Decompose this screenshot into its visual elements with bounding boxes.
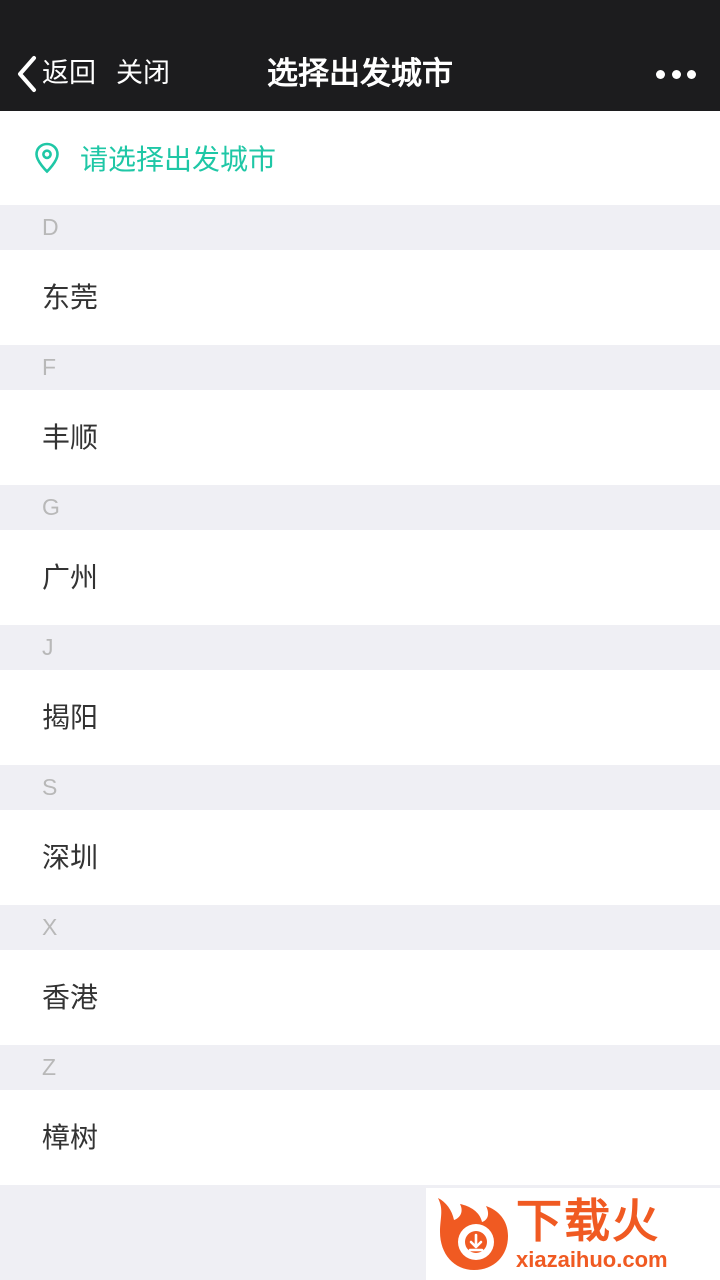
city-item[interactable]: 香港 xyxy=(0,950,720,1045)
back-label: 返回 xyxy=(42,58,96,89)
flame-logo-icon xyxy=(438,1198,508,1270)
group-header-g: G xyxy=(0,485,720,530)
watermark-text: 下载火 xiazaihuo.com xyxy=(516,1195,668,1273)
group-header-s: S xyxy=(0,765,720,810)
city-item[interactable]: 东莞 xyxy=(0,250,720,345)
dot xyxy=(656,69,665,79)
watermark-brand-cn: 下载火 xyxy=(516,1194,660,1248)
more-dots-icon[interactable] xyxy=(656,56,696,92)
back-button[interactable]: 返回 xyxy=(16,52,96,96)
city-item[interactable]: 深圳 xyxy=(0,810,720,905)
city-item[interactable]: 广州 xyxy=(0,530,720,625)
chevron-left-icon xyxy=(18,56,36,92)
city-item[interactable]: 揭阳 xyxy=(0,670,720,765)
city-item[interactable]: 樟树 xyxy=(0,1090,720,1185)
city-list: D 东莞 F 丰顺 G 广州 J 揭阳 S 深圳 X 香港 Z 樟树 xyxy=(0,205,720,1185)
group-header-x: X xyxy=(0,905,720,950)
watermark-logo: 下载火 xiazaihuo.com xyxy=(426,1188,720,1280)
location-pin-icon xyxy=(35,142,59,174)
select-departure-city-row[interactable]: 请选择出发城市 xyxy=(0,111,720,205)
dot xyxy=(671,69,681,79)
dot xyxy=(687,69,696,79)
select-city-label: 请选择出发城市 xyxy=(80,143,277,176)
group-header-f: F xyxy=(0,345,720,390)
group-header-j: J xyxy=(0,625,720,670)
group-header-z: Z xyxy=(0,1045,720,1090)
city-item[interactable]: 丰顺 xyxy=(0,390,720,485)
page-title: 选择出发城市 xyxy=(267,56,453,92)
group-header-d: D xyxy=(0,205,720,250)
watermark-brand-en: xiazaihuo.com xyxy=(516,1247,668,1272)
navigation-bar: 返回 关闭 选择出发城市 xyxy=(0,0,720,111)
